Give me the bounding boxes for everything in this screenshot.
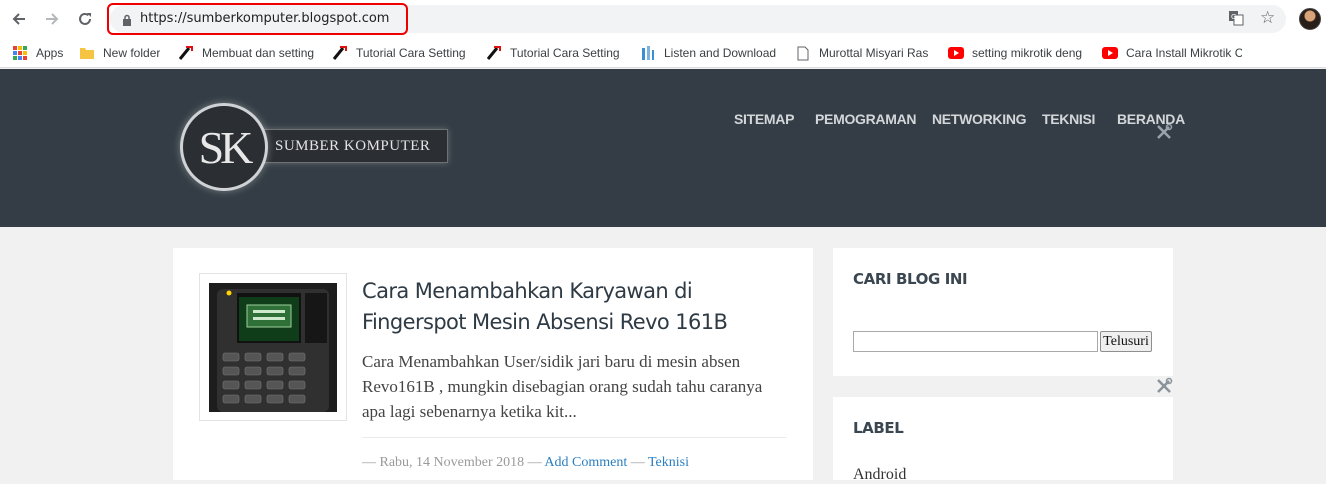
page-icon — [795, 45, 811, 61]
browser-toolbar: https://sumberkomputer.blogspot.com G ☆ — [0, 0, 1326, 38]
bookmark-item[interactable]: setting mikrotik deng — [948, 45, 1088, 61]
bookmark-label: Tutorial Cara Setting — [356, 46, 466, 60]
bookmark-label: New folder — [103, 46, 161, 60]
label-widget-title: LABEL — [853, 419, 904, 437]
bookmark-item[interactable]: Tutorial Cara Setting — [332, 45, 468, 61]
nav-beranda[interactable]: BERANDA — [1117, 111, 1185, 129]
bookmark-item[interactable]: Listen and Download — [640, 45, 778, 61]
logo-text: SUMBER KOMPUTER — [275, 137, 431, 154]
nav-networking[interactable]: NETWORKING — [932, 111, 1027, 129]
bookmark-label: Cara Install Mikrotik C — [1126, 46, 1242, 60]
meta-separator: — — [630, 455, 645, 470]
bookmark-label: setting mikrotik deng — [972, 46, 1083, 60]
nav-sitemap[interactable]: SITEMAP — [734, 111, 794, 129]
quick-edit-icon[interactable] — [1155, 123, 1173, 146]
reload-icon[interactable] — [74, 8, 96, 30]
youtube-icon — [948, 45, 964, 61]
bookmark-label: Tutorial Cara Setting — [510, 46, 620, 60]
label-link[interactable]: Android — [853, 466, 906, 484]
fingerprint-device-image — [209, 283, 337, 412]
logo-banner: SUMBER KOMPUTER — [260, 129, 448, 163]
back-icon[interactable] — [8, 8, 30, 30]
music-icon — [640, 45, 656, 61]
divider — [362, 437, 787, 438]
folder-icon — [79, 45, 95, 61]
mikrotik-icon — [332, 45, 348, 61]
blog-search-input[interactable] — [853, 331, 1098, 352]
nav-teknisi[interactable]: TEKNISI — [1042, 111, 1095, 129]
search-button[interactable]: Telusuri — [1100, 331, 1152, 352]
bookmark-apps[interactable]: Apps — [12, 45, 63, 61]
nav-pemograman[interactable]: PEMOGRAMAN — [815, 111, 917, 129]
add-comment-link[interactable]: Add Comment — [544, 455, 627, 470]
post-date: — Rabu, 14 November 2018 — — [362, 455, 542, 470]
profile-avatar[interactable] — [1299, 8, 1321, 30]
bookmark-label: Apps — [36, 46, 64, 60]
bookmark-item[interactable]: Membuat dan setting — [178, 45, 318, 61]
post-thumbnail[interactable] — [199, 273, 347, 421]
youtube-icon — [1102, 45, 1118, 61]
bookmark-label: Listen and Download — [664, 46, 777, 60]
apps-grid-icon — [12, 45, 28, 61]
logo-letters: SK — [198, 121, 254, 173]
translate-icon[interactable]: G — [1228, 10, 1244, 31]
mikrotik-icon — [178, 45, 194, 61]
search-widget — [833, 248, 1173, 376]
bookmark-item[interactable]: Cara Install Mikrotik C — [1102, 45, 1242, 61]
bookmark-new-folder[interactable]: New folder — [79, 45, 160, 61]
search-widget-title: CARI BLOG INI — [853, 270, 968, 288]
bookmark-star-icon[interactable]: ☆ — [1260, 8, 1275, 28]
post-title[interactable]: Cara Menambahkan Karyawan di Fingerspot … — [362, 276, 782, 338]
post-meta: — Rabu, 14 November 2018 — Add Comment —… — [362, 455, 689, 471]
svg-text:G: G — [1231, 13, 1236, 21]
bookmarks-bar: Apps New folder Membuat dan setting Tuto… — [0, 38, 1326, 68]
bookmark-item[interactable]: Tutorial Cara Setting — [486, 45, 622, 61]
mikrotik-icon — [486, 45, 502, 61]
forward-icon[interactable] — [41, 8, 63, 30]
logo-circle: SK — [180, 103, 268, 191]
category-link[interactable]: Teknisi — [648, 455, 689, 470]
post-snippet: Cara Menambahkan User/sidik jari baru di… — [362, 352, 763, 421]
url-highlight-box — [107, 3, 408, 35]
bookmark-label: Murottal Misyari Ras — [819, 46, 929, 60]
bookmark-label: Membuat dan setting — [202, 46, 315, 60]
site-logo[interactable]: SUMBER KOMPUTER SK — [180, 103, 450, 191]
bookmark-item[interactable]: Murottal Misyari Ras — [795, 45, 933, 61]
